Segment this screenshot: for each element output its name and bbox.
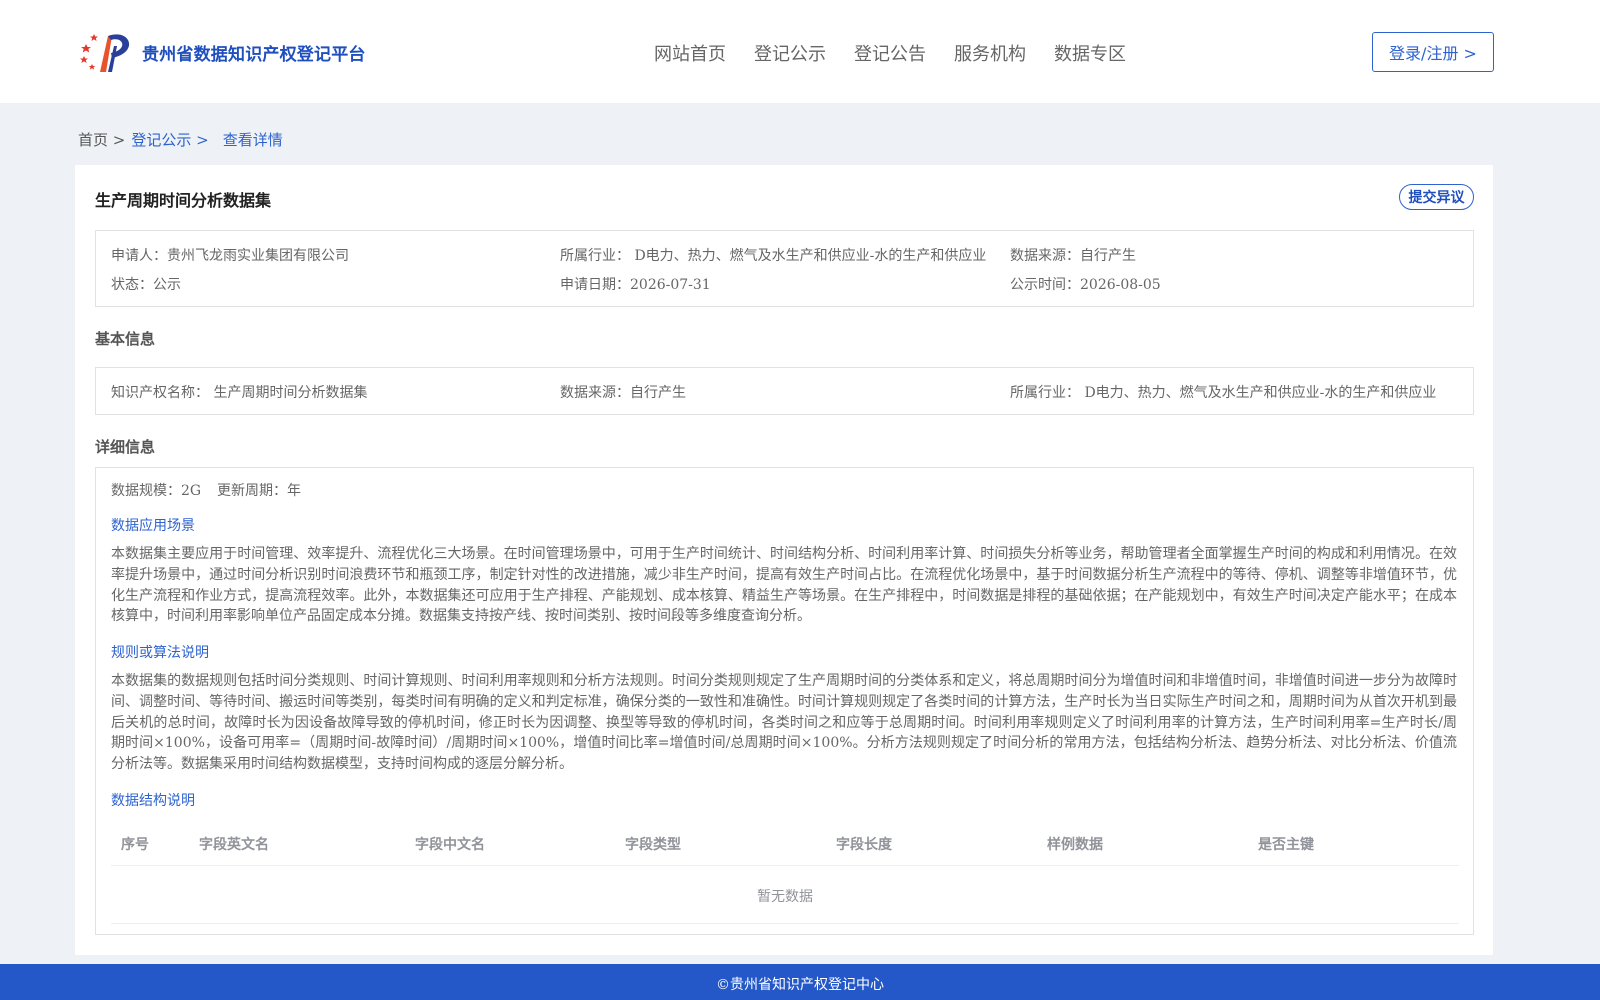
update-cycle-text: 更新周期：年 (217, 483, 301, 499)
nav-item-data-zone[interactable]: 数据专区 (1054, 40, 1126, 66)
empty-state-text: 暂无数据 (757, 889, 813, 905)
footer-bar: ©贵州省知识产权登记中心 (0, 964, 1600, 1000)
scenario-title: 数据应用场景 (111, 518, 195, 534)
structure-table-header: 序号 字段英文名 字段中文名 字段类型 字段长度 样例数据 是否主键 (111, 826, 1459, 866)
basic-source-text: 数据来源：自行产生 (560, 385, 686, 401)
source-text: 数据来源：自行产生 (1010, 248, 1136, 264)
column-header: 序号 (121, 837, 149, 853)
rules-title: 规则或算法说明 (111, 645, 209, 661)
publish-date-text: 公示时间：2026-08-05 (1010, 277, 1161, 293)
breadcrumb-home[interactable]: 首页 > (78, 129, 125, 150)
login-register-button[interactable]: 登录/注册 > (1372, 32, 1494, 72)
table-empty-row: 暂无数据 (111, 866, 1459, 924)
summary-panel: 申请人：贵州飞龙雨实业集团有限公司 所属行业： D电力、热力、燃气及水生产和供应… (95, 230, 1474, 307)
data-scale-text: 数据规模：2G (111, 483, 202, 499)
column-header: 字段长度 (836, 837, 892, 853)
top-header: 贵州省数据知识产权登记平台 网站首页 登记公示 登记公告 服务机构 数据专区 登… (0, 0, 1600, 103)
basic-industry-text: 所属行业： D电力、热力、燃气及水生产和供应业-水的生产和供应业 (1010, 385, 1437, 401)
column-header: 字段类型 (625, 837, 681, 853)
page-title: 生产周期时间分析数据集 (95, 191, 272, 210)
breadcrumb-section[interactable]: 登记公示 > (131, 129, 208, 150)
column-header: 字段中文名 (415, 837, 485, 853)
nav-item-home[interactable]: 网站首页 (654, 40, 726, 66)
main-nav: 网站首页 登记公示 登记公告 服务机构 数据专区 (654, 40, 1126, 66)
status-text: 状态：公示 (111, 277, 181, 293)
detail-info-heading: 详细信息 (95, 438, 156, 456)
nav-item-registration-publicity[interactable]: 登记公示 (754, 40, 826, 66)
applicant-text: 申请人：贵州飞龙雨实业集团有限公司 (111, 248, 349, 264)
footer-text: ©贵州省知识产权登记中心 (716, 977, 884, 993)
nav-item-registration-announcement[interactable]: 登记公告 (854, 40, 926, 66)
basic-info-heading: 基本信息 (95, 330, 156, 348)
site-name: 贵州省数据知识产权登记平台 (142, 44, 366, 65)
breadcrumb: 首页 > 登记公示 > 查看详情 (78, 129, 283, 150)
breadcrumb-current: 查看详情 (222, 131, 283, 149)
submit-objection-button[interactable]: 提交异议 (1399, 184, 1474, 210)
rules-text: 本数据集的数据规则包括时间分类规则、时间计算规则、时间利用率规则和分析方法规则。… (111, 673, 1457, 773)
column-header: 样例数据 (1047, 837, 1103, 853)
detail-info-panel: 数据规模：2G 更新周期：年 数据应用场景 本数据集主要应用于时间管理、效率提升… (95, 467, 1474, 935)
platform-logo-icon (78, 26, 136, 78)
industry-text: 所属行业： D电力、热力、燃气及水生产和供应业-水的生产和供应业 (560, 248, 987, 264)
site-logo-link[interactable]: 贵州省数据知识产权登记平台 (78, 26, 366, 78)
column-header: 是否主键 (1258, 837, 1314, 853)
scenario-text: 本数据集主要应用于时间管理、效率提升、流程优化三大场景。在时间管理场景中，可用于… (111, 546, 1457, 625)
structure-title: 数据结构说明 (111, 793, 195, 809)
ip-name-text: 知识产权名称： 生产周期时间分析数据集 (111, 385, 368, 401)
apply-date-text: 申请日期：2026-07-31 (560, 277, 711, 293)
nav-item-service-agencies[interactable]: 服务机构 (954, 40, 1026, 66)
column-header: 字段英文名 (199, 837, 269, 853)
detail-card: 生产周期时间分析数据集 提交异议 申请人：贵州飞龙雨实业集团有限公司 所属行业：… (75, 165, 1493, 955)
basic-info-panel: 知识产权名称： 生产周期时间分析数据集 数据来源：自行产生 所属行业： D电力、… (95, 367, 1474, 415)
